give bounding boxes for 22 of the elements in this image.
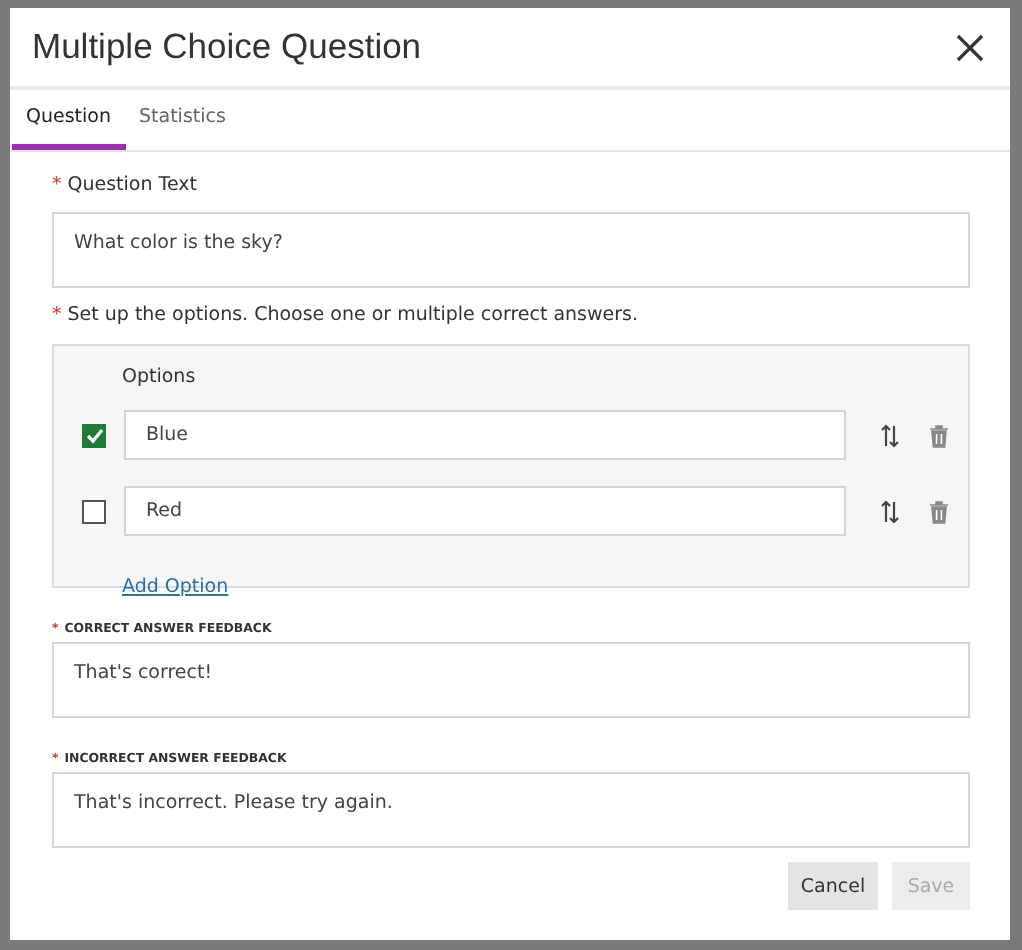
reorder-icon[interactable] — [880, 423, 900, 447]
options-heading: Options — [122, 366, 198, 392]
question-text-field[interactable]: What color is the sky? — [52, 212, 970, 288]
cancel-button[interactable]: Cancel — [788, 862, 878, 910]
checkbox[interactable] — [82, 499, 106, 523]
option-field[interactable]: Blue — [124, 410, 846, 460]
tab[interactable]: Statistics — [125, 90, 240, 150]
dialog-title: Multiple Choice Question — [32, 26, 422, 68]
tab[interactable]: Question — [12, 90, 125, 150]
field-label: Question Text — [67, 174, 197, 200]
checkbox[interactable] — [82, 423, 106, 447]
add-option-link[interactable]: Add Option — [122, 576, 229, 598]
option-field[interactable]: Red — [124, 486, 846, 536]
trash-icon[interactable] — [928, 423, 950, 447]
close-icon[interactable] — [956, 33, 984, 61]
instruction-text: Set up the options. Choose one or multiple correct answers. — [67, 304, 638, 330]
trash-icon[interactable] — [928, 499, 950, 523]
feedback-field[interactable]: That's incorrect. Please try again. — [52, 772, 970, 848]
feedback-field[interactable]: That's correct! — [52, 642, 970, 718]
required-mark: * — [52, 304, 62, 330]
required-mark: * — [52, 174, 62, 200]
reorder-icon[interactable] — [880, 499, 900, 523]
